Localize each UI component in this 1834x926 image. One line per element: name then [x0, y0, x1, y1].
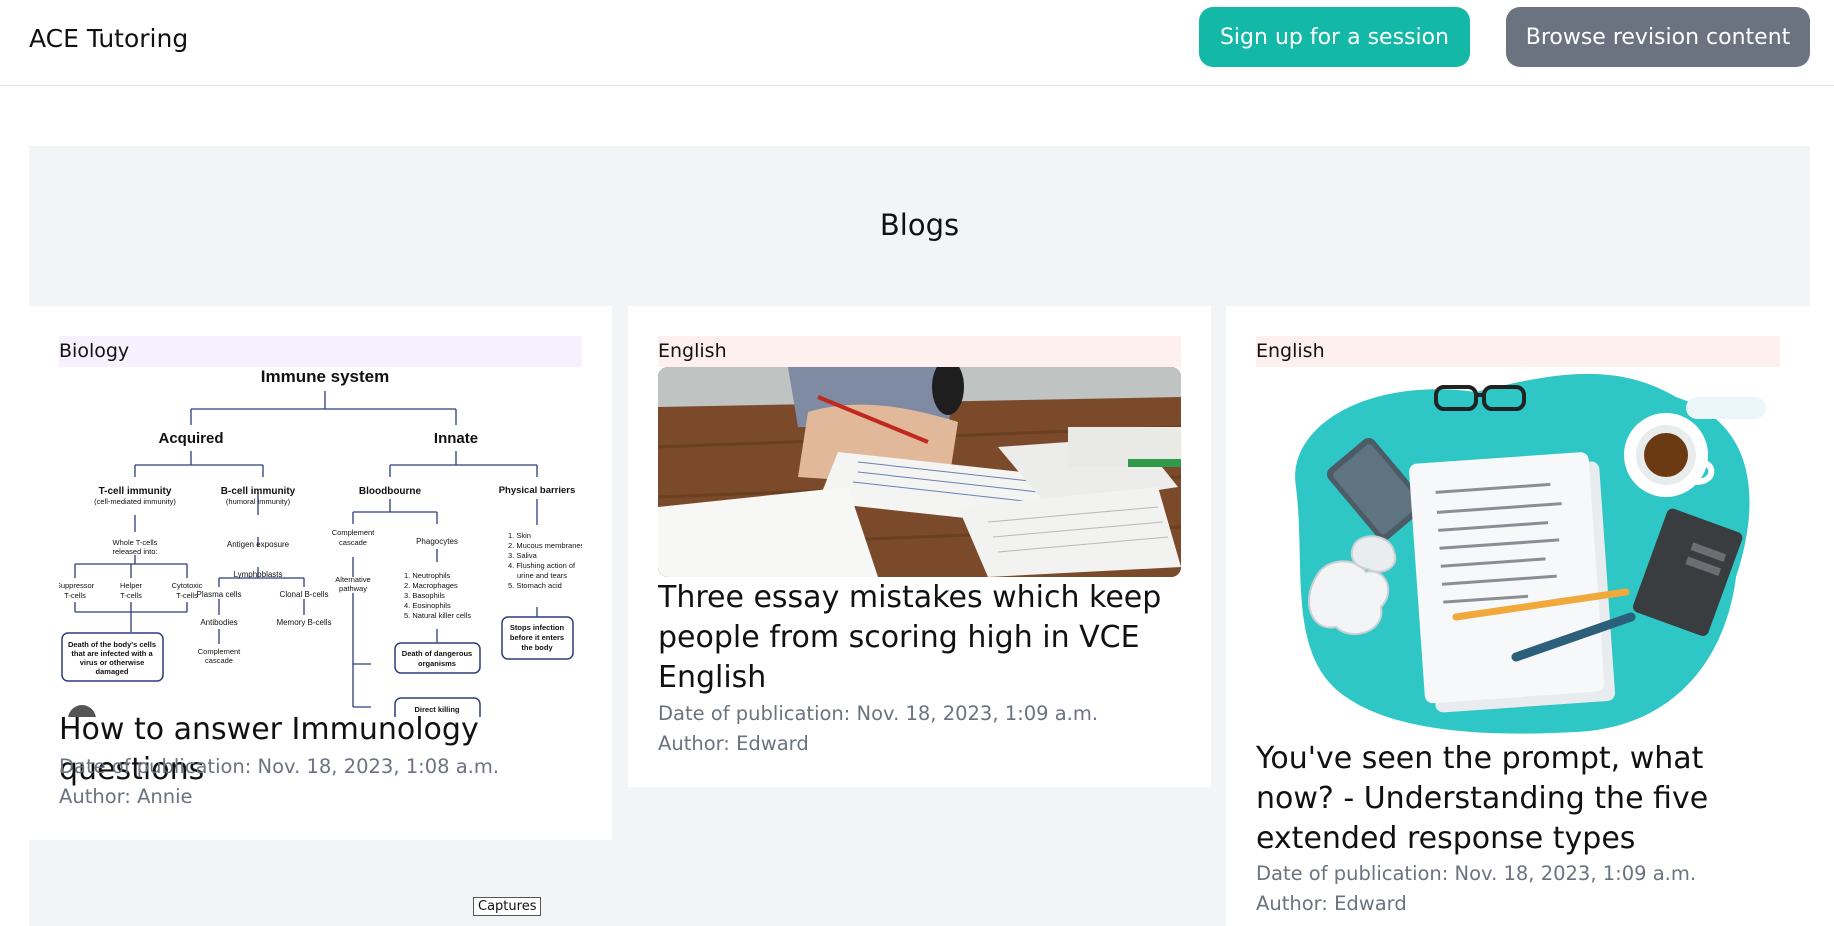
blog-card-immunology[interactable]: Biology Immune system Acquired Innate T-… — [29, 306, 612, 840]
diagram-cascade2-label: cascade — [339, 538, 367, 547]
publication-date: Date of publication: Nov. 18, 2023, 1:09… — [658, 702, 1099, 725]
svg-text:1. Skin: 1. Skin — [508, 531, 531, 540]
signup-session-button[interactable]: Sign up for a session — [1199, 7, 1470, 67]
blogs-heading: Blogs — [879, 208, 960, 242]
diagram-root-label: Immune system — [261, 367, 390, 386]
diagram-tcells-label: T-cells — [64, 591, 86, 600]
diagram-helper-label: Helper — [120, 581, 143, 590]
blog-card-extended-response[interactable]: English You've seen the prompt, what now… — [1226, 306, 1810, 926]
blog-title[interactable]: You've seen the prompt, what now? - Unde… — [1256, 739, 1780, 859]
student-writing-photo — [658, 367, 1181, 577]
svg-text:4. Flushing action of: 4. Flushing action of — [508, 561, 576, 570]
diagram-tcells-label: T-cells — [176, 591, 198, 600]
diagram-cytotoxic-label: Cytotoxic — [172, 581, 203, 590]
immune-system-diagram-image: Immune system Acquired Innate T-cell imm… — [59, 367, 582, 717]
diagram-tcell-sub: (cell-mediated immunity) — [94, 497, 176, 506]
svg-text:5. Natural killer cells: 5. Natural killer cells — [404, 611, 471, 620]
diagram-acquired-label: Acquired — [158, 430, 223, 447]
svg-text:virus or otherwise: virus or otherwise — [80, 658, 145, 667]
subject-tag: English — [1256, 336, 1780, 367]
blog-title[interactable]: Three essay mistakes which keep people f… — [658, 578, 1181, 698]
svg-text:urine and tears: urine and tears — [517, 571, 567, 580]
subject-tag: Biology — [59, 336, 582, 367]
diagram-memory-label: Memory B-cells — [276, 618, 331, 627]
diagram-bloodbourne-label: Bloodbourne — [359, 486, 422, 497]
svg-text:2. Macrophages: 2. Macrophages — [404, 581, 458, 590]
brand-link[interactable]: ACE Tutoring — [29, 24, 188, 53]
diagram-complement2-label: Complement — [332, 528, 375, 537]
diagram-bcell-sub: (humoral immunity) — [226, 497, 291, 506]
diagram-bcell-label: B-cell immunity — [221, 486, 296, 497]
diagram-cascade-label: cascade — [205, 656, 233, 665]
diagram-innate-label: Innate — [434, 430, 478, 447]
blog-card-essay-mistakes[interactable]: English Three essay mistakes which keep … — [628, 306, 1211, 787]
diagram-released-label: released into: — [112, 547, 157, 556]
svg-text:1. Neutrophils: 1. Neutrophils — [404, 571, 451, 580]
diagram-phagocytes-label: Phagocytes — [416, 537, 458, 546]
diagram-tcells-label: T-cells — [120, 591, 142, 600]
svg-text:the body: the body — [521, 643, 553, 652]
diagram-whole-t-label: Whole T-cells — [113, 538, 158, 547]
diagram-complement-label: Complement — [198, 647, 241, 656]
diagram-alternative-label: Alternative — [335, 575, 370, 584]
svg-text:3. Basophils: 3. Basophils — [404, 591, 445, 600]
svg-text:Stops infection: Stops infection — [510, 623, 565, 632]
diagram-barriers-label: Physical barriers — [499, 485, 576, 496]
browse-revision-button[interactable]: Browse revision content — [1506, 7, 1810, 67]
diagram-antibodies-label: Antibodies — [200, 618, 237, 627]
publication-date: Date of publication: Nov. 18, 2023, 1:08… — [59, 755, 500, 778]
phagocyte-list: 1. Neutrophils 2. Macrophages 3. Basophi… — [404, 571, 471, 620]
diagram-tcell-label: T-cell immunity — [99, 486, 172, 497]
svg-text:damaged: damaged — [96, 667, 129, 676]
blog-title[interactable]: How to answer Immunology questions — [59, 710, 612, 790]
svg-text:that are infected with a: that are infected with a — [71, 649, 153, 658]
svg-text:organisms: organisms — [418, 659, 456, 668]
svg-text:Death of the body's cells: Death of the body's cells — [68, 640, 156, 649]
diagram-antigen-label: Antigen exposure — [227, 540, 290, 549]
writing-desk-illustration — [1256, 367, 1780, 737]
author-name: Author: Edward — [658, 732, 809, 755]
diagram-clonal-label: Clonal B-cells — [280, 590, 329, 599]
diagram-lympho-label: Lymphoblasts — [233, 570, 282, 579]
svg-text:Death of dangerous: Death of dangerous — [402, 649, 472, 658]
diagram-suppressor-label: Suppressor — [59, 581, 95, 590]
barrier-list: 1. Skin 2. Mucous membranes 3. Saliva 4.… — [508, 531, 582, 590]
top-navbar: ACE Tutoring Sign up for a session Brows… — [0, 0, 1834, 86]
publication-date: Date of publication: Nov. 18, 2023, 1:09… — [1256, 862, 1697, 885]
svg-text:2. Mucous membranes: 2. Mucous membranes — [508, 541, 582, 550]
author-name: Author: Annie — [59, 785, 193, 808]
captures-tooltip: Captures — [473, 897, 542, 916]
diagram-plasma-label: Plasma cells — [197, 590, 242, 599]
subject-tag: English — [658, 336, 1181, 367]
svg-text:4. Eosinophils: 4. Eosinophils — [404, 601, 451, 610]
svg-text:3. Saliva: 3. Saliva — [508, 551, 538, 560]
diagram-pathway-label: pathway — [339, 584, 367, 593]
svg-text:before it enters: before it enters — [510, 633, 564, 642]
svg-text:5. Stomach acid: 5. Stomach acid — [508, 581, 562, 590]
